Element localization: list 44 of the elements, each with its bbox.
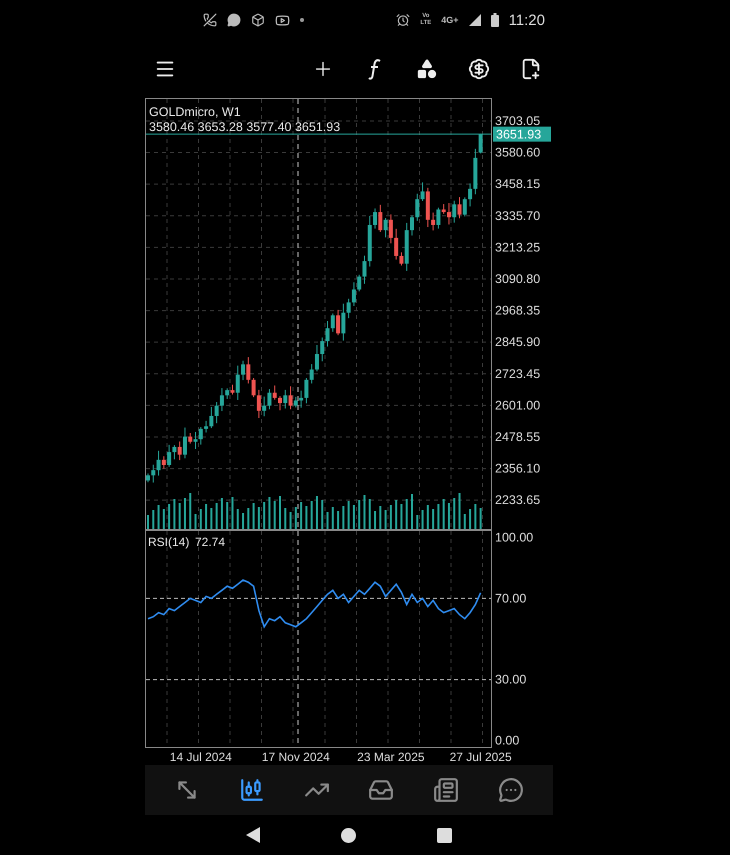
clock-time: 11:20 (508, 12, 545, 28)
price-label: 3090.80 (495, 272, 540, 286)
price-label: 2845.90 (495, 335, 540, 350)
newspaper-tab[interactable] (432, 777, 459, 803)
date-label: 27 Jul 2025 (450, 750, 512, 764)
shapes-button[interactable] (415, 57, 439, 81)
price-label: 2356.10 (495, 462, 540, 476)
price-label: 2478.55 (495, 430, 540, 444)
dollar-exchange-button[interactable] (467, 57, 491, 81)
ohlc-values: 3580.46 3653.28 3577.40 3651.93 (149, 120, 340, 134)
price-label: 2968.35 (495, 304, 540, 318)
date-label: 14 Jul 2024 (170, 750, 232, 764)
rsi-axis-label: 70.00 (495, 591, 526, 606)
home-button[interactable] (340, 828, 356, 842)
back-button[interactable] (246, 827, 260, 843)
price-label: 2723.45 (495, 366, 540, 381)
indicator-value: 72.74 (195, 535, 226, 549)
price-label: 3458.15 (495, 177, 540, 192)
alarm-icon (396, 13, 410, 27)
price-label: 3335.70 (495, 208, 540, 223)
notification-dot-icon (300, 18, 304, 22)
missed-call-icon (203, 13, 217, 27)
signal-icon (468, 14, 481, 26)
indicator-name: RSI(14) (148, 535, 190, 549)
recents-button[interactable] (437, 828, 452, 842)
network-type: 4G+ (441, 15, 459, 25)
candlestick-tab[interactable] (238, 777, 265, 803)
message-icon (227, 13, 241, 27)
rsi-axis-label: 30.00 (495, 672, 526, 687)
price-label: 3580.60 (495, 146, 540, 160)
rsi-axis-label: 0.00 (495, 734, 520, 748)
cube-icon (251, 13, 265, 27)
price-label: 2601.00 (495, 398, 540, 412)
date-label: 23 Mar 2025 (357, 750, 425, 764)
rsi-axis-label: 100.00 (495, 530, 534, 544)
price-label: 2233.65 (495, 493, 540, 508)
chat-bubble-tab[interactable] (498, 777, 524, 803)
price-label: 3703.05 (495, 114, 540, 128)
video-icon (275, 12, 290, 28)
symbol-title: GOLDmicro, W1 (149, 105, 241, 119)
battery-icon (490, 13, 499, 27)
last-price-tag: 3651.93 (493, 126, 551, 142)
price-label: 3213.25 (495, 240, 540, 254)
date-label: 17 Nov 2024 (262, 750, 330, 764)
